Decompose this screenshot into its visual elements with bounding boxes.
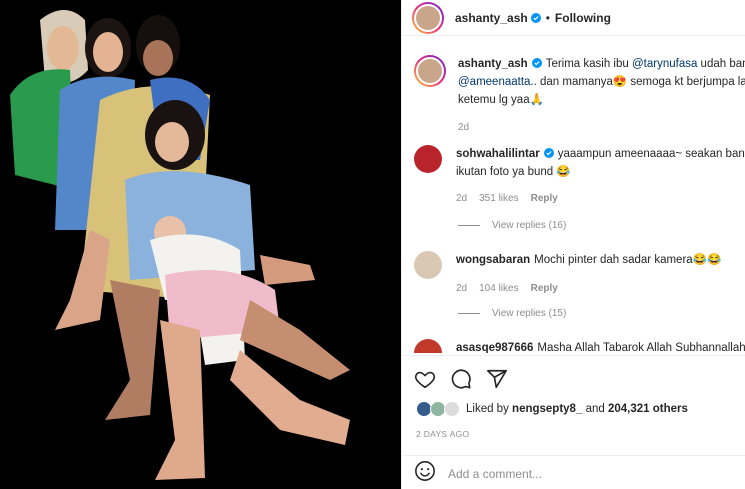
commenter-avatar[interactable] [414,251,442,279]
comment-text: ikutan foto ya bund 😂 [456,166,571,178]
liked-by-label: Liked by [466,403,509,415]
mention-link[interactable]: @tarynufasa [632,58,697,70]
author-username[interactable]: ashanty_ash [455,11,528,25]
comment-age: 2d [458,122,470,133]
post-actions: Liked by nengsepty8_ and 204,321 others … [402,355,745,489]
likes-summary: Liked by nengsepty8_ and 204,321 others [416,401,688,417]
following-button[interactable]: Following [555,11,611,25]
liked-by-and: and [585,403,605,415]
verified-icon [531,58,542,68]
heart-icon[interactable] [414,368,436,390]
comment-text: Masha Allah Tabarok Allah Subhannallah [537,342,745,353]
commenter-username[interactable]: wongsabaran [456,254,530,266]
view-replies-button[interactable]: View replies (16) [458,220,566,231]
comment-item: wongsabaran Mochi pinter dah sadar kamera… [414,251,745,298]
caption-text: udah bantu [700,58,745,70]
reply-button[interactable]: Reply [531,283,558,294]
comment-text: yaaampun ameenaaaa~ seakan bang a [557,148,745,160]
emoji-icon[interactable] [414,460,436,487]
caption-username[interactable]: ashanty_ash [458,58,528,70]
comment-item: sohwahalilintar yaaampun ameenaaaa~ seaka… [414,145,745,208]
comment-input[interactable] [448,466,728,481]
liker-avatars [416,401,462,417]
mention-link[interactable]: @ameenaatta [458,76,530,88]
post-photo[interactable] [0,0,401,489]
commenter-username[interactable]: sohwahalilintar [456,148,540,160]
commenter-avatar[interactable] [414,339,442,353]
action-icons [414,368,508,390]
comment-age: 2d [456,283,468,294]
comment-age: 2d [456,193,468,204]
view-replies-label: View replies (16) [492,220,567,231]
caption-text: .. dan mamanya😍 semoga kt berjumpa lag [530,76,745,88]
comment-likes[interactable]: 104 likes [479,283,518,294]
family-photo-illustration [0,0,401,489]
author-avatar[interactable] [412,1,444,34]
comment-text: Mochi pinter dah sadar kamera😂😂 [534,254,722,266]
post-header: ashanty_ash • Following [402,0,745,36]
divider [458,313,480,314]
caption-text: ketemu lg yaa🙏 [458,94,544,106]
verified-icon [543,148,554,158]
view-replies-button[interactable]: View replies (15) [458,308,566,319]
reply-button[interactable]: Reply [531,193,558,204]
add-comment-bar [402,455,745,489]
separator-dot: • [545,10,550,25]
liked-by-user[interactable]: nengsepty8_ [512,403,582,415]
caption-avatar[interactable] [414,55,446,87]
post-date: 2 DAYS AGO [416,429,470,439]
divider [458,225,480,226]
caption-text: Terima kasih ibu [545,58,632,70]
likes-count-button[interactable]: 204,321 others [608,403,688,415]
comment-item: asasqe987666 Masha Allah Tabarok Allah Su… [414,339,745,353]
commenter-avatar[interactable] [414,145,442,173]
post-side-panel: ashanty_ash • Following ashanty_ash Terim… [401,0,745,489]
caption-comment: ashanty_ash Terima kasih ibu @tarynufasa … [414,55,745,137]
view-replies-label: View replies (15) [492,308,567,319]
verified-icon [530,12,541,23]
comment-icon[interactable] [450,368,472,390]
comment-likes[interactable]: 351 likes [479,193,518,204]
comments-list[interactable]: ashanty_ash Terima kasih ibu @tarynufasa … [402,37,745,353]
share-icon[interactable] [486,368,508,390]
commenter-username[interactable]: asasqe987666 [456,342,533,353]
